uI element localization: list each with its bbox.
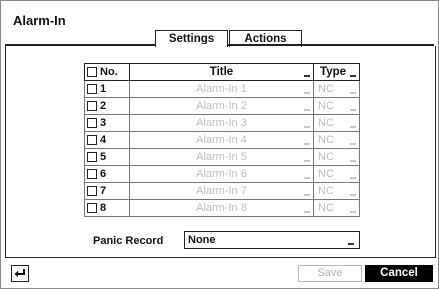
- row-number: 6: [100, 168, 107, 180]
- return-arrow-icon: [14, 269, 25, 278]
- chevron-down-icon: [350, 194, 356, 196]
- alarm-type-select[interactable]: NC: [313, 148, 360, 166]
- edit-icon: [304, 109, 311, 111]
- row-number: 2: [100, 100, 107, 112]
- dialog-title: Alarm-In: [13, 13, 66, 28]
- alarm-title-field[interactable]: Alarm-In 4: [128, 131, 315, 149]
- title-dropdown-icon[interactable]: [304, 75, 311, 77]
- panic-record-label: Panic Record: [93, 235, 164, 247]
- alarm-type: NC: [318, 185, 334, 197]
- edit-icon: [304, 177, 311, 179]
- panic-record-select[interactable]: None: [184, 231, 360, 249]
- edit-icon: [304, 92, 311, 94]
- alarm-title: Alarm-In 6: [196, 168, 247, 180]
- alarm-title: Alarm-In 7: [196, 185, 247, 197]
- alarm-type: NC: [318, 134, 334, 146]
- select-all-checkbox[interactable]: [87, 67, 97, 77]
- table-row: 5 Alarm-In 5 NC: [84, 148, 360, 166]
- table-row: 6 Alarm-In 6 NC: [84, 165, 360, 183]
- chevron-down-icon: [350, 211, 356, 213]
- alarm-type-select[interactable]: NC: [313, 114, 360, 132]
- alarm-type: NC: [318, 83, 334, 95]
- row-number: 3: [100, 117, 107, 129]
- alarm-title: Alarm-In 4: [196, 134, 247, 146]
- alarm-title-field[interactable]: Alarm-In 1: [128, 80, 315, 98]
- edit-icon: [304, 126, 311, 128]
- row-checkbox[interactable]: [87, 203, 97, 213]
- alarm-type: NC: [318, 117, 334, 129]
- alarm-title: Alarm-In 3: [196, 117, 247, 129]
- panic-record-value: None: [188, 234, 216, 246]
- alarm-type: NC: [318, 151, 334, 163]
- edit-icon: [304, 160, 311, 162]
- header-no: No.: [100, 66, 118, 78]
- header-type: Type: [320, 66, 347, 78]
- row-number: 1: [100, 83, 107, 95]
- row-checkbox[interactable]: [87, 186, 97, 196]
- chevron-down-icon: [350, 109, 356, 111]
- alarm-title-field[interactable]: Alarm-In 2: [128, 97, 315, 115]
- alarm-title-field[interactable]: Alarm-In 8: [128, 199, 315, 217]
- chevron-down-icon: [348, 243, 354, 245]
- save-button[interactable]: Save: [298, 265, 362, 282]
- alarm-type: NC: [318, 168, 334, 180]
- alarm-type: NC: [318, 202, 334, 214]
- chevron-down-icon: [350, 177, 356, 179]
- row-checkbox[interactable]: [87, 118, 97, 128]
- alarm-type-select[interactable]: NC: [313, 80, 360, 98]
- alarm-type-select[interactable]: NC: [313, 97, 360, 115]
- alarm-title-field[interactable]: Alarm-In 5: [128, 148, 315, 166]
- edit-icon: [304, 143, 311, 145]
- cancel-button[interactable]: Cancel: [365, 265, 433, 282]
- edit-icon: [304, 211, 311, 213]
- header-title: Title: [209, 66, 234, 78]
- alarm-title-field[interactable]: Alarm-In 7: [128, 182, 315, 200]
- row-number: 7: [100, 185, 107, 197]
- table-row: 7 Alarm-In 7 NC: [84, 182, 360, 200]
- alarm-title: Alarm-In 8: [196, 202, 247, 214]
- alarm-in-table: No. Title Type 1 Alarm-In 1 NC 2 Alarm-In 2 N…: [84, 63, 360, 217]
- row-checkbox[interactable]: [87, 152, 97, 162]
- alarm-type-select[interactable]: NC: [313, 199, 360, 217]
- table-header-row: No. Title Type: [84, 63, 360, 81]
- row-checkbox[interactable]: [87, 169, 97, 179]
- row-number: 4: [100, 134, 107, 146]
- alarm-type-select[interactable]: NC: [313, 165, 360, 183]
- chevron-down-icon: [350, 160, 356, 162]
- alarm-title: Alarm-In 2: [196, 100, 247, 112]
- row-checkbox[interactable]: [87, 135, 97, 145]
- chevron-down-icon: [350, 92, 356, 94]
- table-row: 1 Alarm-In 1 NC: [84, 80, 360, 98]
- type-dropdown-icon[interactable]: [350, 75, 356, 77]
- chevron-down-icon: [350, 143, 356, 145]
- alarm-type-select[interactable]: NC: [313, 182, 360, 200]
- row-number: 5: [100, 151, 107, 163]
- row-number: 8: [100, 202, 107, 214]
- row-checkbox[interactable]: [87, 101, 97, 111]
- alarm-title-field[interactable]: Alarm-In 3: [128, 114, 315, 132]
- chevron-down-icon: [350, 126, 356, 128]
- edit-icon: [304, 194, 311, 196]
- table-row: 8 Alarm-In 8 NC: [84, 199, 360, 217]
- row-checkbox[interactable]: [87, 84, 97, 94]
- alarm-title: Alarm-In 1: [196, 83, 247, 95]
- table-row: 3 Alarm-In 3 NC: [84, 114, 360, 132]
- alarm-type-select[interactable]: NC: [313, 131, 360, 149]
- alarm-title-field[interactable]: Alarm-In 6: [128, 165, 315, 183]
- alarm-type: NC: [318, 100, 334, 112]
- alarm-in-dialog: Alarm-In Settings Actions No. Title Type…: [0, 0, 439, 289]
- table-row: 2 Alarm-In 2 NC: [84, 97, 360, 115]
- table-row: 4 Alarm-In 4 NC: [84, 131, 360, 149]
- alarm-title: Alarm-In 5: [196, 151, 247, 163]
- back-button[interactable]: [11, 265, 29, 282]
